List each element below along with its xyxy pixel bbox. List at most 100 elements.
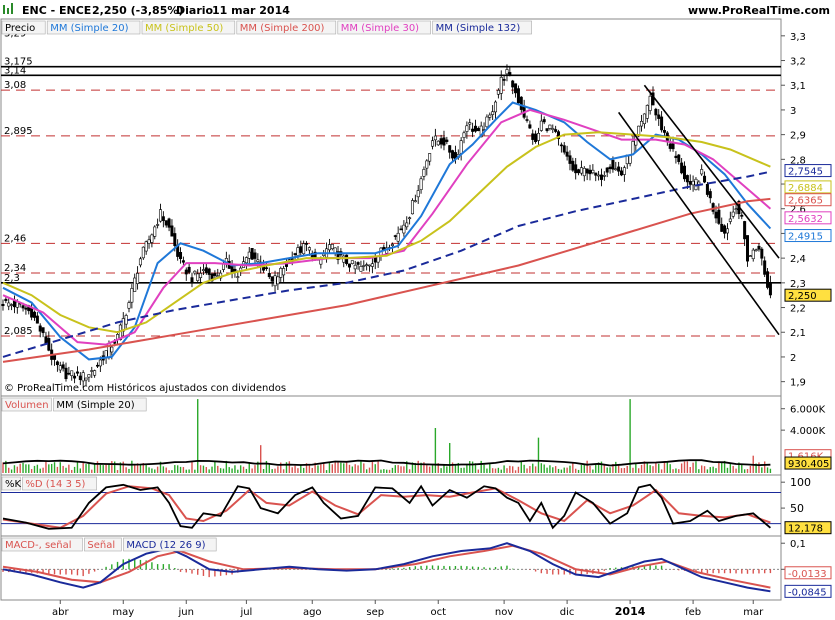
candle-body bbox=[158, 209, 162, 222]
candle-body bbox=[465, 125, 469, 132]
candle-body bbox=[144, 241, 148, 252]
chart-icon bbox=[3, 3, 13, 14]
candle-body bbox=[347, 263, 351, 268]
candle-body bbox=[685, 175, 689, 183]
x-tick-label: dic bbox=[560, 607, 575, 618]
price-legend-item: MM (Simple 20) bbox=[50, 23, 128, 34]
price-legend-item: Precio bbox=[5, 23, 35, 34]
candle-body bbox=[594, 172, 598, 176]
volume-legend-item: Volumen bbox=[5, 400, 49, 411]
candle-body bbox=[190, 277, 194, 283]
candle-body bbox=[138, 258, 142, 266]
candle-body bbox=[631, 141, 635, 155]
candle-body bbox=[548, 124, 552, 129]
candle-body bbox=[70, 370, 74, 377]
price-panel[interactable]: 3,293,1753,143,082,8952,462,342,32,0851,… bbox=[1, 28, 832, 389]
candle-body bbox=[582, 167, 586, 177]
candle-body bbox=[279, 268, 283, 278]
candle-body bbox=[728, 218, 732, 222]
trend-line bbox=[617, 111, 780, 336]
x-tick-label: feb bbox=[685, 607, 701, 618]
value-tag: -0,0845 bbox=[788, 587, 827, 598]
candle-body bbox=[674, 155, 678, 159]
candle-body bbox=[622, 167, 626, 175]
candle-body bbox=[35, 315, 39, 324]
candle-body bbox=[359, 266, 363, 272]
candle-body bbox=[428, 153, 432, 162]
candle-body bbox=[579, 167, 583, 174]
candle-body bbox=[81, 372, 85, 382]
y-tick-label: 6.000K bbox=[790, 405, 826, 416]
candle-body bbox=[766, 271, 770, 288]
x-tick-label: ago bbox=[303, 607, 322, 618]
candle-body bbox=[436, 140, 440, 146]
candle-body bbox=[754, 249, 758, 252]
copyright-label: © ProRealTime.com Históricos ajustados c… bbox=[4, 382, 286, 394]
value-tag: 2,7545 bbox=[788, 167, 823, 178]
y-tick-label: 4.000K bbox=[790, 426, 826, 437]
candle-body bbox=[267, 272, 271, 278]
candle-body bbox=[410, 200, 414, 215]
y-tick-label: 100 bbox=[790, 476, 811, 489]
candle-body bbox=[677, 154, 681, 162]
candle-body bbox=[591, 169, 595, 174]
candle-body bbox=[44, 336, 48, 344]
candle-body bbox=[585, 168, 589, 174]
x-tick-label: abr bbox=[52, 607, 69, 618]
x-tick-label: oct bbox=[430, 607, 446, 618]
candle-body bbox=[104, 350, 108, 358]
candle-body bbox=[720, 223, 724, 232]
site-label[interactable]: www.ProRealTime.com bbox=[688, 4, 830, 17]
candle-body bbox=[668, 143, 672, 149]
candle-body bbox=[688, 181, 692, 185]
x-tick-label: jun bbox=[178, 607, 194, 618]
candle-body bbox=[150, 234, 154, 243]
level-label: 3,08 bbox=[4, 80, 26, 91]
stochastic-panel-frame bbox=[0, 474, 782, 537]
candle-body bbox=[419, 178, 423, 190]
candle-body bbox=[164, 220, 168, 226]
candle-body bbox=[270, 276, 274, 282]
y-tick-label: 2,2 bbox=[790, 304, 806, 315]
candle-body bbox=[402, 224, 406, 234]
candle-body bbox=[1, 304, 5, 307]
candle-body bbox=[763, 260, 767, 275]
candle-body bbox=[38, 325, 42, 332]
price-legend-item: MM (Simple 200) bbox=[240, 23, 325, 34]
stochastic-panel[interactable]: 100 50 12,178 bbox=[1, 476, 832, 535]
candle-body bbox=[90, 370, 94, 372]
candle-body bbox=[680, 162, 684, 174]
candle-body bbox=[256, 259, 260, 262]
candle-body bbox=[433, 135, 437, 141]
level-label: 3,14 bbox=[4, 65, 26, 76]
candle-body bbox=[247, 251, 251, 259]
candle-body bbox=[531, 133, 535, 140]
candle-body bbox=[75, 371, 79, 374]
candle-body bbox=[662, 130, 666, 133]
candle-body bbox=[528, 124, 532, 129]
candle-body bbox=[4, 298, 8, 302]
candle-body bbox=[136, 273, 140, 284]
candle-body bbox=[565, 151, 569, 157]
candle-body bbox=[608, 166, 612, 170]
candle-body bbox=[768, 282, 772, 296]
candle-body bbox=[448, 145, 452, 153]
candle-body bbox=[350, 260, 354, 264]
candle-body bbox=[396, 232, 400, 242]
candle-body bbox=[24, 307, 28, 310]
candle-body bbox=[204, 267, 208, 274]
candle-body bbox=[505, 69, 509, 75]
candle-body bbox=[7, 302, 11, 307]
value-tag: 930.405 bbox=[788, 459, 829, 470]
y-tick-label: 2,4 bbox=[790, 254, 806, 265]
candle-body bbox=[499, 76, 503, 94]
value-tag: 2,6884 bbox=[788, 183, 823, 194]
ticker-label: ENC - ENCE bbox=[22, 4, 91, 17]
candle-body bbox=[748, 255, 752, 257]
candle-body bbox=[425, 160, 429, 169]
candle-body bbox=[299, 246, 303, 253]
candle-body bbox=[746, 235, 750, 262]
value-tag: 2,5632 bbox=[788, 214, 823, 225]
level-label: 2,895 bbox=[4, 126, 33, 137]
candle-body bbox=[307, 247, 311, 251]
